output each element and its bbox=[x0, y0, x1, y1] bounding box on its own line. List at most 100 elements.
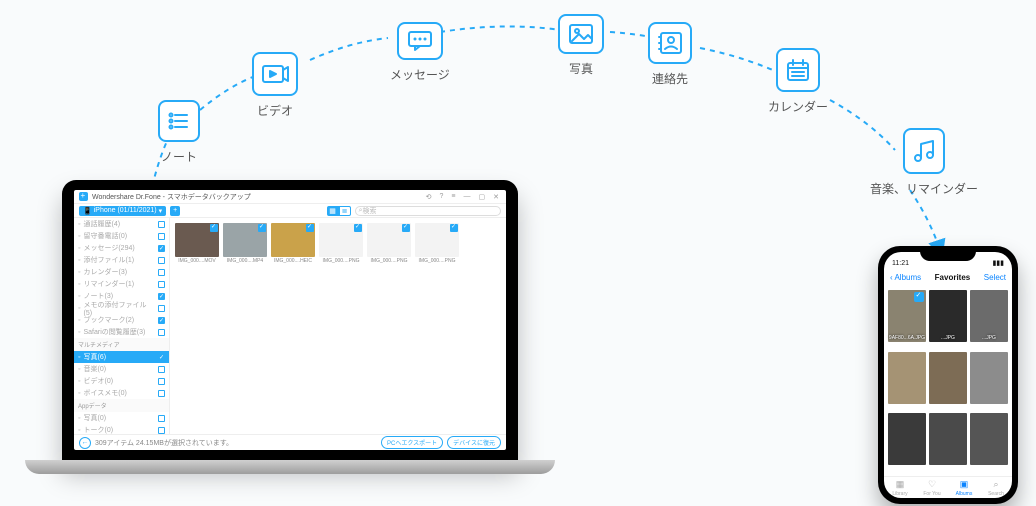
item-checkbox[interactable] bbox=[158, 415, 165, 422]
item-checkbox[interactable] bbox=[158, 317, 165, 324]
help-icon[interactable]: ? bbox=[438, 193, 446, 200]
restore-device-button[interactable]: デバイスに復元 bbox=[447, 436, 501, 449]
close-icon[interactable]: ✕ bbox=[491, 193, 501, 201]
photo-cell[interactable]: ...JPG bbox=[929, 290, 967, 342]
sidebar-item[interactable]: ◦留守番電話(0) bbox=[74, 230, 169, 242]
maximize-icon[interactable]: ▢ bbox=[477, 193, 488, 201]
photo-caption: ...JPG bbox=[970, 335, 1008, 341]
sidebar-item[interactable]: ◦リマインダー(1) bbox=[74, 278, 169, 290]
item-checkbox[interactable] bbox=[158, 221, 165, 228]
feature-video: ビデオ bbox=[252, 52, 298, 119]
item-icon: ◦ bbox=[78, 269, 80, 276]
thumb-caption: IMG_000....PNG bbox=[367, 258, 411, 264]
item-checkbox[interactable] bbox=[158, 269, 165, 276]
item-label: Safariの閲覧履歴(3) bbox=[83, 327, 145, 337]
thumbnail[interactable]: IMG_000....HEIC bbox=[271, 223, 315, 264]
item-label: ボイスメモ(0) bbox=[83, 388, 126, 398]
photo-cell[interactable] bbox=[888, 413, 926, 465]
nav-select[interactable]: Select bbox=[984, 273, 1006, 282]
feature-label: 連絡先 bbox=[648, 70, 692, 87]
sidebar-item[interactable]: ◦写真(6) bbox=[74, 351, 169, 363]
sidebar-item[interactable]: ◦添付ファイル(1) bbox=[74, 254, 169, 266]
sidebar-item[interactable]: ◦Safariの閲覧履歴(3) bbox=[74, 326, 169, 338]
drfone-window: Wondershare Dr.Fone - スマホデータバックアップ ⟲ ? ≡… bbox=[74, 190, 506, 450]
thumbnail[interactable]: IMG_000....PNG bbox=[415, 223, 459, 264]
minimize-icon[interactable]: — bbox=[462, 193, 473, 200]
tab-for-you[interactable]: ♡For You bbox=[916, 477, 948, 498]
settings-icon[interactable]: ⟲ bbox=[424, 193, 434, 201]
nav-back[interactable]: ‹ Albums bbox=[890, 273, 921, 282]
item-label: 写真(0) bbox=[83, 413, 106, 423]
export-pc-button[interactable]: PCへエクスポート bbox=[381, 436, 443, 449]
item-label: 留守番電話(0) bbox=[83, 231, 127, 241]
item-checkbox[interactable] bbox=[158, 378, 165, 385]
item-checkbox[interactable] bbox=[158, 390, 165, 397]
list-view-icon[interactable]: ≣ bbox=[339, 206, 351, 216]
tab-icon: ♡ bbox=[928, 479, 936, 490]
view-toggle[interactable]: ▦ ≣ bbox=[327, 206, 351, 216]
sidebar-group-appdata: Appデータ bbox=[74, 399, 169, 412]
sidebar-item[interactable]: ◦メモの添付ファイル(5) bbox=[74, 302, 169, 314]
item-label: 写真(6) bbox=[83, 352, 106, 362]
item-icon: ◦ bbox=[78, 245, 80, 252]
photo-cell[interactable] bbox=[929, 413, 967, 465]
item-checkbox[interactable] bbox=[158, 257, 165, 264]
note-icon bbox=[158, 100, 200, 142]
item-checkbox[interactable] bbox=[158, 281, 165, 288]
photo-caption: 9AF80...6A.JPG bbox=[888, 335, 926, 341]
item-checkbox[interactable] bbox=[158, 354, 165, 361]
back-button[interactable]: ← bbox=[79, 437, 91, 449]
menu-icon[interactable]: ≡ bbox=[449, 193, 457, 200]
item-checkbox[interactable] bbox=[158, 329, 165, 336]
photo-cell[interactable] bbox=[888, 352, 926, 404]
item-label: ビデオ(0) bbox=[83, 376, 113, 386]
status-time: 11:21 bbox=[892, 260, 909, 267]
grid-view-icon[interactable]: ▦ bbox=[327, 206, 339, 216]
feature-music: 音楽、リマインダー bbox=[870, 128, 978, 197]
device-selector[interactable]: 📱 iPhone (01/11/2021) ▾ bbox=[79, 206, 166, 216]
item-icon: ◦ bbox=[78, 257, 80, 264]
tab-label: Albums bbox=[956, 491, 973, 497]
photo-cell[interactable] bbox=[929, 352, 967, 404]
sidebar-item[interactable]: ◦トーク(0) bbox=[74, 424, 169, 434]
item-icon: ◦ bbox=[78, 329, 80, 336]
item-checkbox[interactable] bbox=[158, 305, 165, 312]
sidebar-item[interactable]: ◦メッセージ(294) bbox=[74, 242, 169, 254]
laptop-mockup: Wondershare Dr.Fone - スマホデータバックアップ ⟲ ? ≡… bbox=[25, 180, 555, 490]
item-checkbox[interactable] bbox=[158, 366, 165, 373]
item-label: カレンダー(3) bbox=[83, 267, 127, 277]
item-checkbox[interactable] bbox=[158, 245, 165, 252]
thumb-caption: IMG_000....MP4 bbox=[223, 258, 267, 264]
item-checkbox[interactable] bbox=[158, 233, 165, 240]
tab-albums[interactable]: ▣Albums bbox=[948, 477, 980, 498]
thumbnail[interactable]: IMG_000....MP4 bbox=[223, 223, 267, 264]
check-icon bbox=[450, 224, 458, 232]
status-icons: ▮▮▮ bbox=[992, 259, 1004, 267]
photo-cell[interactable]: ...JPG bbox=[970, 290, 1008, 342]
check-icon bbox=[258, 224, 266, 232]
sidebar-item[interactable]: ◦音楽(0) bbox=[74, 363, 169, 375]
item-checkbox[interactable] bbox=[158, 427, 165, 434]
sidebar-item[interactable]: ◦通話履歴(4) bbox=[74, 218, 169, 230]
check-icon bbox=[402, 224, 410, 232]
thumbnail[interactable]: IMG_000....MOV bbox=[175, 223, 219, 264]
iphone-mockup: 11:21 ▮▮▮ ‹ Albums Favorites Select 9AF8… bbox=[878, 246, 1018, 504]
sidebar-item[interactable]: ◦カレンダー(3) bbox=[74, 266, 169, 278]
add-device-button[interactable]: + bbox=[170, 206, 180, 216]
sidebar-item[interactable]: ◦ボイスメモ(0) bbox=[74, 387, 169, 399]
thumbnail[interactable]: IMG_000....PNG bbox=[319, 223, 363, 264]
item-label: 音楽(0) bbox=[83, 364, 106, 374]
photo-cell[interactable]: 9AF80...6A.JPG bbox=[888, 290, 926, 342]
thumbnail[interactable]: IMG_000....PNG bbox=[367, 223, 411, 264]
item-checkbox[interactable] bbox=[158, 293, 165, 300]
sidebar-item[interactable]: ◦写真(0) bbox=[74, 412, 169, 424]
sidebar-item[interactable]: ◦ビデオ(0) bbox=[74, 375, 169, 387]
search-input[interactable]: ⌕ 検索 bbox=[355, 206, 501, 216]
nav-bar: ‹ Albums Favorites Select bbox=[884, 268, 1012, 286]
tab-library[interactable]: ▦Library bbox=[884, 477, 916, 498]
tab-search[interactable]: ⌕Search bbox=[980, 477, 1012, 498]
photo-cell[interactable] bbox=[970, 352, 1008, 404]
app-logo-icon bbox=[79, 192, 88, 201]
feature-label: ノート bbox=[158, 148, 200, 165]
photo-cell[interactable] bbox=[970, 413, 1008, 465]
